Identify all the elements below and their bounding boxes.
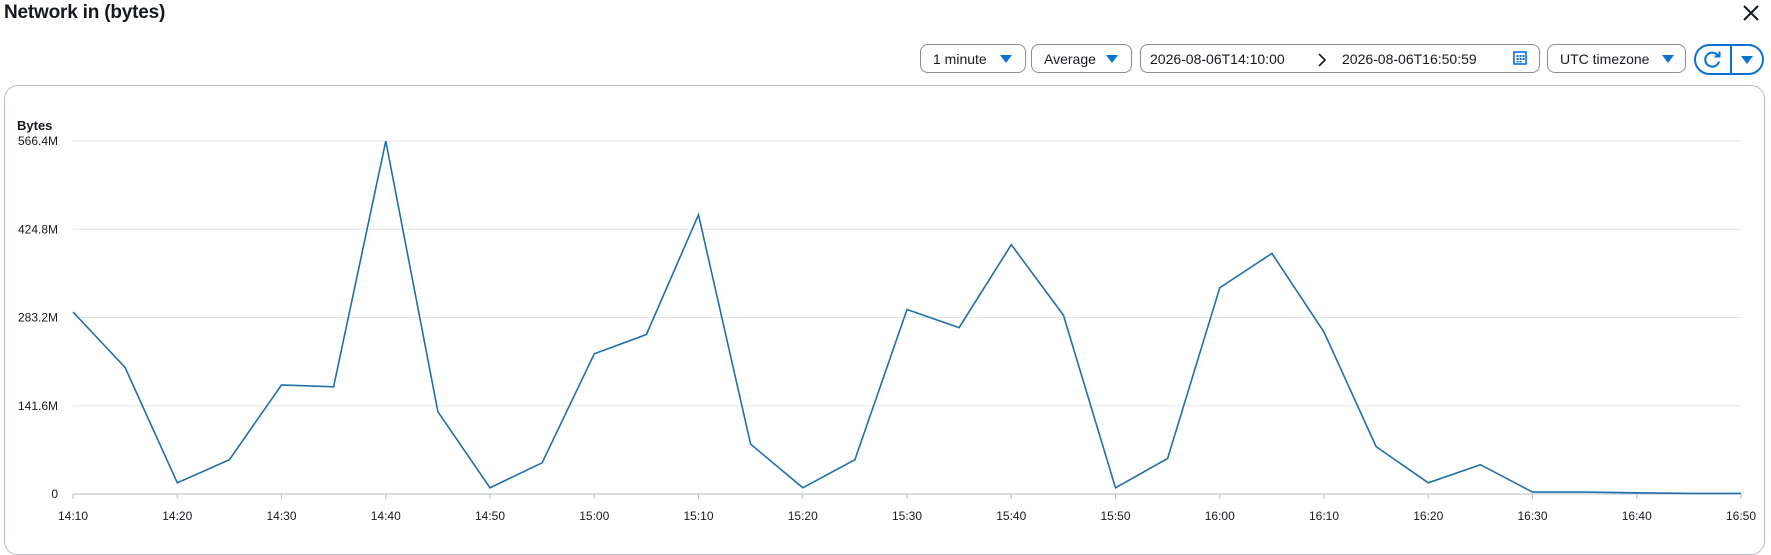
data-point [1062, 314, 1064, 316]
data-point [437, 411, 439, 413]
data-point [385, 140, 387, 142]
data-point [332, 386, 334, 388]
data-point [958, 326, 960, 328]
data-point [124, 366, 126, 368]
y-tick-label: 283.2M [18, 311, 58, 325]
y-tick-label: 424.8M [18, 222, 58, 236]
x-tick-label: 15:30 [892, 509, 922, 523]
data-point [1166, 457, 1168, 459]
x-tick-label: 16:40 [1622, 509, 1652, 523]
y-axis-label: Bytes [17, 118, 52, 133]
x-tick-label: 14:20 [162, 509, 192, 523]
data-point [1479, 464, 1481, 466]
x-tick-label: 14:50 [475, 509, 505, 523]
data-point [1323, 331, 1325, 333]
x-tick-label: 14:40 [371, 509, 401, 523]
y-tick-label: 0 [51, 487, 58, 501]
data-point [749, 443, 751, 445]
data-point [1583, 491, 1585, 493]
x-tick-label: 14:10 [58, 509, 88, 523]
data-point [176, 482, 178, 484]
data-point [906, 308, 908, 310]
data-point [228, 459, 230, 461]
data-point [1427, 482, 1429, 484]
data-point [593, 353, 595, 355]
x-tick-label: 16:00 [1205, 509, 1235, 523]
data-point [1531, 491, 1533, 493]
data-point [1636, 492, 1638, 494]
data-point [1688, 492, 1690, 494]
x-tick-label: 14:30 [266, 509, 296, 523]
data-point [1114, 487, 1116, 489]
data-point [1219, 287, 1221, 289]
x-tick-label: 15:40 [996, 509, 1026, 523]
y-tick-label: 566.4M [18, 134, 58, 148]
x-tick-label: 16:30 [1517, 509, 1547, 523]
data-point [1271, 252, 1273, 254]
x-tick-label: 15:10 [683, 509, 713, 523]
x-tick-label: 16:10 [1309, 509, 1339, 523]
x-tick-label: 15:50 [1100, 509, 1130, 523]
x-tick-label: 16:50 [1726, 509, 1756, 523]
data-point [802, 487, 804, 489]
x-tick-label: 16:20 [1413, 509, 1443, 523]
data-point [1010, 244, 1012, 246]
data-point [280, 384, 282, 386]
x-tick-label: 15:00 [579, 509, 609, 523]
data-point [697, 214, 699, 216]
data-point [1375, 445, 1377, 447]
y-tick-label: 141.6M [18, 399, 58, 413]
data-point [72, 311, 74, 313]
x-tick-label: 15:20 [788, 509, 818, 523]
data-point [1740, 492, 1742, 494]
data-point [854, 459, 856, 461]
data-point [645, 333, 647, 335]
line-chart: 0 141.6M 283.2M 424.8M 566.4MBytes 14:10 14:20… [17, 118, 1756, 523]
data-point [489, 487, 491, 489]
data-point [541, 462, 543, 464]
